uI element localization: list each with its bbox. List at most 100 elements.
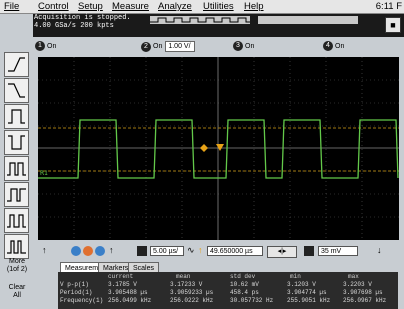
menu-analyze[interactable]: Analyze	[158, 1, 192, 12]
falling-edge-icon	[8, 83, 25, 98]
pulse-width-neg-button[interactable]	[4, 130, 29, 155]
menu-measure[interactable]: Measure	[112, 1, 149, 12]
ground-marker-label: R1	[40, 170, 48, 177]
up-arrow-icon-2[interactable]: ↑	[109, 245, 114, 255]
status-line-1: Acquisition is stopped.	[34, 14, 131, 22]
zoom-icon[interactable]: ∿	[187, 245, 195, 256]
table-cell: 3.2203 V	[343, 281, 372, 288]
table-cell: 256.0967 kHz	[343, 297, 387, 304]
measurement-table: current mean std dev min max V p-p(1) 3.…	[58, 272, 398, 309]
delay-field[interactable]: 49.650000 µs	[207, 246, 263, 256]
channel-color-icon-2[interactable]	[83, 246, 93, 256]
row-label: Period(1)	[60, 289, 93, 296]
clear-all-button[interactable]: Clear All	[2, 284, 32, 300]
negative-pulse-icon	[8, 135, 25, 150]
channel-1-state[interactable]: On	[47, 43, 56, 50]
menu-bar: File Control Setup Measure Analyze Utili…	[0, 0, 404, 14]
col-std-dev: std dev	[230, 273, 256, 280]
graticule-svg: R1	[38, 57, 399, 240]
trigger-point-icon	[200, 144, 208, 152]
waveform-display[interactable]: R1	[38, 57, 399, 240]
more-sub-label: (1of 2)	[6, 266, 28, 273]
channel-3-state[interactable]: On	[245, 43, 254, 50]
table-cell: 30.057732 Hz	[230, 297, 274, 304]
run-stop-icon[interactable]: ■	[385, 17, 401, 33]
channel-color-icon[interactable]	[71, 246, 81, 256]
falling-edge-trigger-button[interactable]	[4, 78, 29, 103]
menu-file[interactable]: File	[4, 1, 19, 12]
delay-icon	[7, 214, 26, 228]
row-label: Frequency(1)	[60, 297, 104, 304]
memory-bar	[258, 16, 358, 24]
state-icon	[7, 188, 26, 202]
timeout-icon	[7, 240, 26, 254]
table-cell: 3.905488 µs	[108, 289, 148, 296]
table-cell: 256.0499 kHz	[108, 297, 152, 304]
left-toolbar: More (1of 2) Clear All	[0, 52, 33, 309]
pattern-icon	[7, 162, 26, 176]
table-cell: 458.4 ps	[230, 289, 259, 296]
menu-help[interactable]: Help	[244, 1, 264, 12]
channel-1[interactable]: 1 On	[35, 41, 56, 51]
trigger-level-icon	[304, 246, 314, 256]
channel-2[interactable]: 2 On 1.00 V/	[141, 41, 196, 52]
channel-2-state[interactable]: On	[153, 43, 162, 50]
table-cell: 256.0222 kHz	[170, 297, 214, 304]
more-button[interactable]: More (1of 2)	[2, 258, 32, 274]
channel-4-state[interactable]: On	[335, 43, 344, 50]
channel-2-scale[interactable]: 1.00 V/	[165, 41, 196, 52]
status-line-2: 4.00 GSa/s 200 kpts	[34, 22, 114, 30]
menu-control[interactable]: Control	[38, 1, 69, 12]
table-cell: 3.1785 V	[108, 281, 137, 288]
more-label: More	[9, 258, 25, 265]
rising-edge-trigger-button[interactable]	[4, 52, 29, 77]
up-arrow-icon[interactable]: ↑	[42, 245, 47, 255]
row-label: V p-p(1)	[60, 281, 89, 288]
acquisition-status: Acquisition is stopped. 4.00 GSa/s 200 k…	[34, 14, 154, 36]
col-min: min	[290, 273, 301, 280]
graticule-axes	[38, 57, 399, 240]
timebase-icon	[137, 246, 147, 256]
rising-edge-icon	[8, 57, 25, 72]
table-cell: 3.9059233 µs	[170, 289, 214, 296]
table-cell: 3.1203 V	[287, 281, 316, 288]
down-arrow-icon[interactable]: ↓	[377, 245, 382, 255]
measurement-markers	[38, 127, 399, 172]
channel-3-number: 3	[233, 41, 243, 51]
clear-label: Clear	[8, 284, 26, 291]
col-max: max	[348, 273, 359, 280]
menu-setup[interactable]: Setup	[78, 1, 103, 12]
graticule	[38, 57, 399, 240]
col-current: current	[108, 273, 134, 280]
delay-step-buttons[interactable]: ◂|▸	[267, 246, 297, 258]
channel-4[interactable]: 4 On	[323, 41, 344, 51]
col-mean: mean	[176, 273, 191, 280]
channel-row: 1 On 2 On 1.00 V/ 3 On 4 On	[33, 37, 404, 55]
menu-utilities[interactable]: Utilities	[203, 1, 234, 12]
table-cell: 10.62 mV	[230, 281, 259, 288]
state-trigger-button[interactable]	[4, 182, 29, 207]
control-row: ↑ ↑ 5.00 µs/ ∿ ↑ 49.650000 µs ◂|▸ 35 mV …	[33, 243, 404, 260]
timebase-field[interactable]: 5.00 µs/	[150, 246, 184, 256]
pulse-icon	[8, 109, 25, 124]
channel-4-number: 4	[323, 41, 333, 51]
table-cell: 3.904774 µs	[287, 289, 327, 296]
table-cell: 3.17233 V	[170, 281, 203, 288]
channel-color-icon-3[interactable]	[95, 246, 105, 256]
clear-sub-label: All	[13, 292, 21, 299]
clock: 6:11 F	[375, 1, 402, 12]
pattern-trigger-button[interactable]	[4, 156, 29, 181]
trigger-level-field[interactable]: 35 mV	[318, 246, 358, 256]
channel-2-number: 2	[141, 41, 151, 52]
pulse-width-button[interactable]	[4, 104, 29, 129]
table-cell: 3.907698 µs	[343, 289, 383, 296]
delay-marker-icon: ↑	[198, 245, 203, 255]
timeout-trigger-button[interactable]	[4, 234, 29, 259]
trigger-preview-icon	[150, 17, 250, 23]
channel-1-number: 1	[35, 41, 45, 51]
table-cell: 255.9051 kHz	[287, 297, 331, 304]
channel-3[interactable]: 3 On	[233, 41, 254, 51]
trigger-arrow-icon	[216, 144, 224, 151]
delay-trigger-button[interactable]	[4, 208, 29, 233]
trigger-waveform-preview	[150, 16, 250, 24]
